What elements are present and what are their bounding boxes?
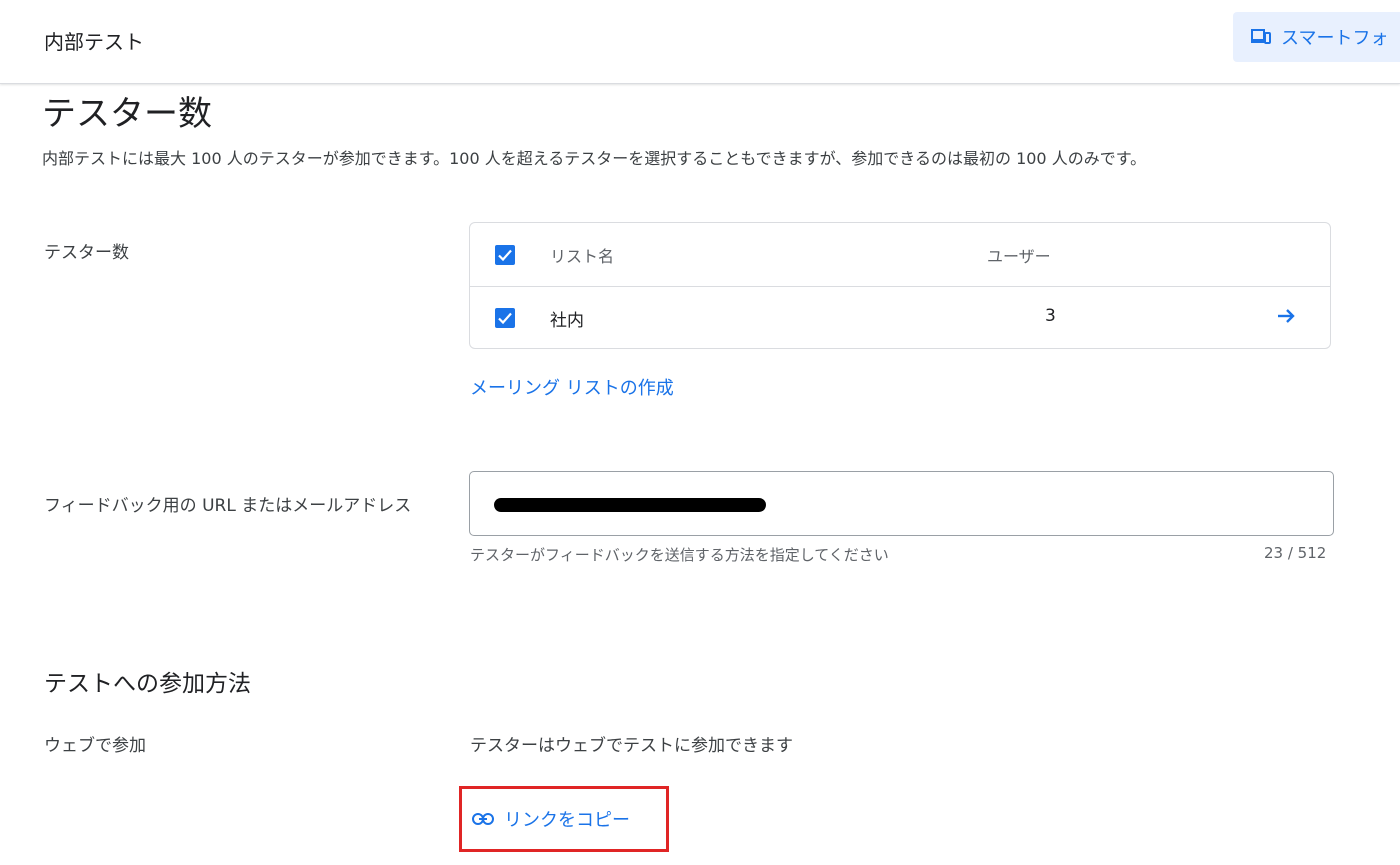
device-preview-label: スマートフォ xyxy=(1281,28,1389,49)
section-heading: テスター数 xyxy=(42,94,212,134)
row-list-name: 社内 xyxy=(550,311,584,331)
join-heading: テストへの参加方法 xyxy=(44,671,251,697)
create-mailing-list-link[interactable]: メーリング リストの作成 xyxy=(470,374,674,400)
web-join-label: ウェブで参加 xyxy=(44,736,146,756)
testers-label: テスター数 xyxy=(44,243,129,263)
row-checkbox[interactable] xyxy=(495,308,515,328)
check-icon xyxy=(498,249,512,262)
copy-link-label: リンクをコピー xyxy=(504,810,630,831)
device-preview-button[interactable]: スマートフォ xyxy=(1233,12,1400,62)
table-row[interactable]: 社内 3 xyxy=(470,286,1330,349)
column-users: ユーザー xyxy=(987,247,1051,266)
row-user-count: 3 xyxy=(1045,306,1056,326)
page-title: 内部テスト xyxy=(44,30,144,54)
link-icon xyxy=(472,813,494,825)
feedback-char-counter: 23 / 512 xyxy=(1264,544,1327,562)
section-description: 内部テストには最大 100 人のテスターが参加できます。100 人を超えるテスタ… xyxy=(42,149,1147,168)
select-all-checkbox[interactable] xyxy=(495,245,515,265)
top-bar: 内部テスト スマートフォ xyxy=(0,0,1400,84)
web-join-description: テスターはウェブでテストに参加できます xyxy=(470,736,793,756)
feedback-url-input[interactable] xyxy=(469,471,1334,536)
arrow-right-icon[interactable] xyxy=(1274,304,1298,332)
table-header-row: リスト名 ユーザー xyxy=(470,223,1330,287)
copy-link-button[interactable]: リンクをコピー xyxy=(472,806,630,832)
redacted-value xyxy=(494,498,766,512)
devices-icon xyxy=(1251,29,1271,44)
check-icon xyxy=(498,312,512,325)
column-list-name: リスト名 xyxy=(550,247,615,266)
feedback-label: フィードバック用の URL またはメールアドレス xyxy=(44,496,412,516)
tester-lists-table: リスト名 ユーザー 社内 3 xyxy=(469,222,1331,349)
feedback-helper-text: テスターがフィードバックを送信する方法を指定してください xyxy=(470,546,889,564)
